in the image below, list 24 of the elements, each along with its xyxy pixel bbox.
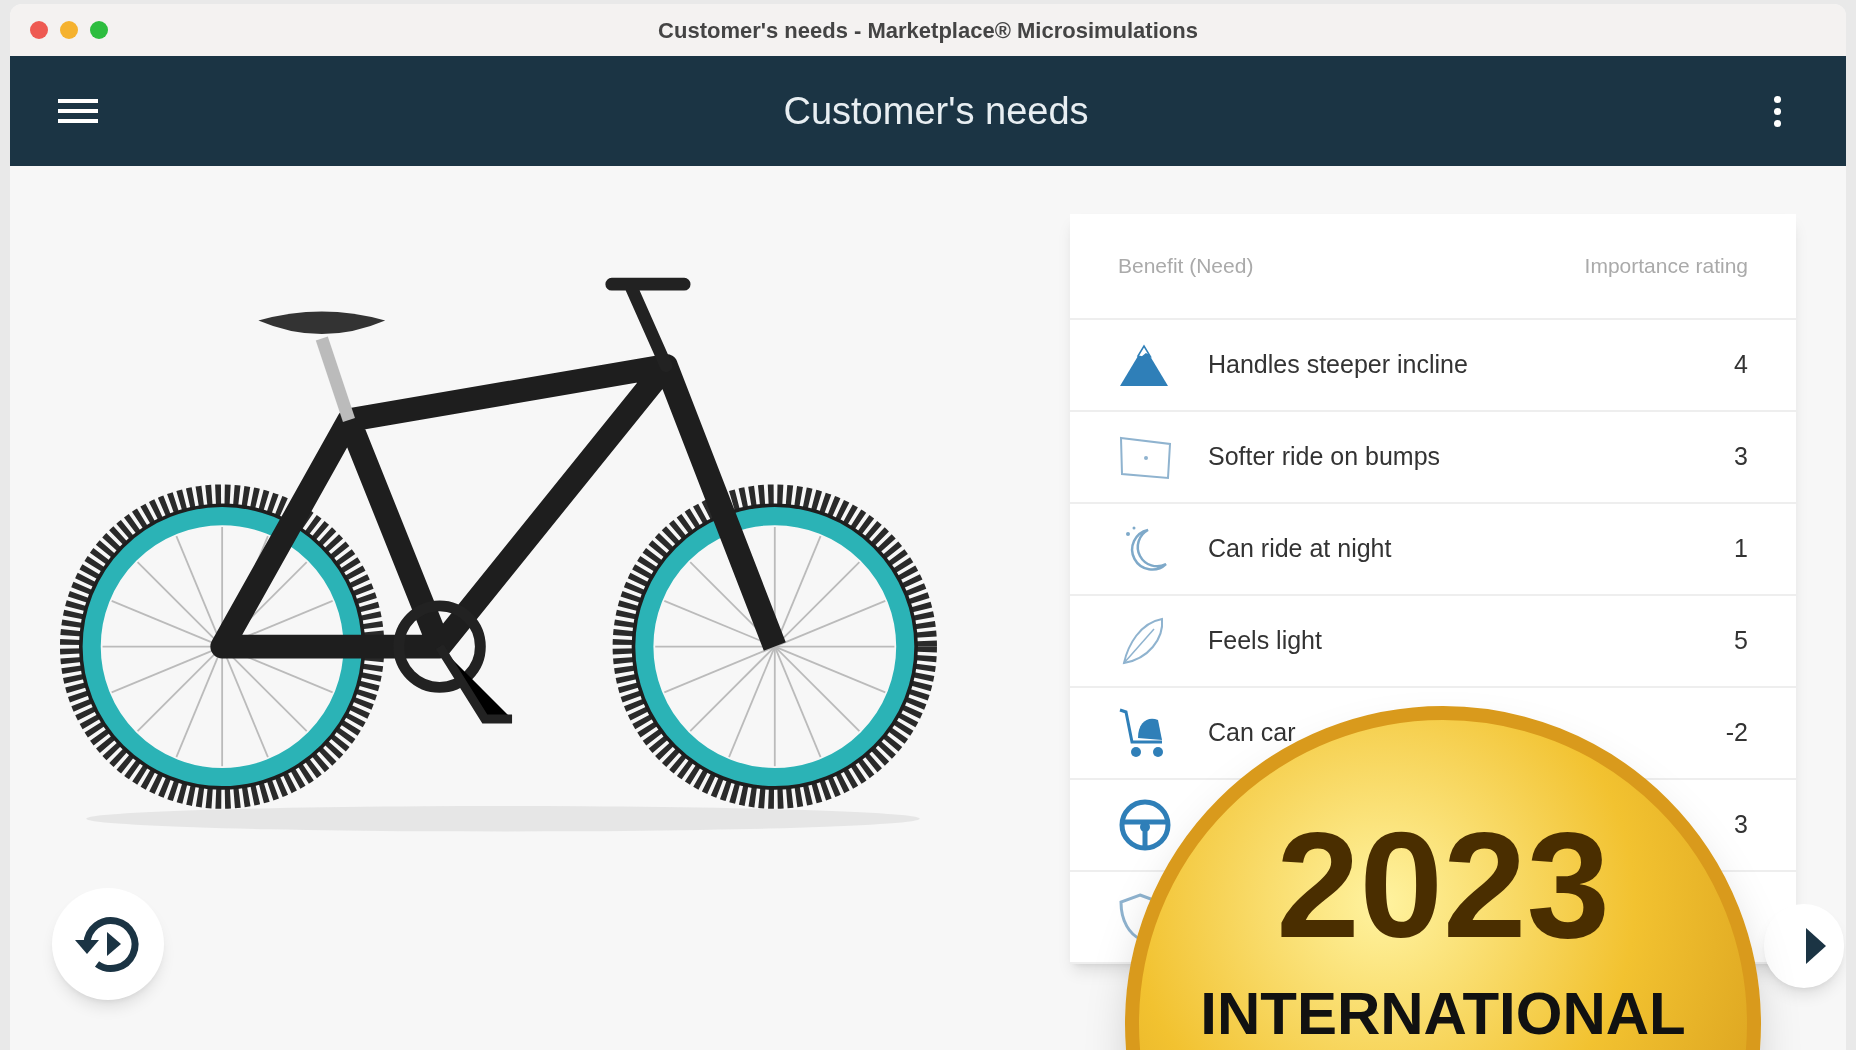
steering-wheel-icon (1118, 798, 1172, 852)
rating-value: 1 (1734, 533, 1748, 565)
rating-value: 3 (1734, 809, 1748, 841)
rating-value: 5 (1734, 625, 1748, 657)
column-header: Importance rating (1584, 253, 1748, 280)
chevron-right-icon (1804, 926, 1828, 966)
column-header: Benefit (Need) (1118, 253, 1254, 280)
window-title: Customer's needs - Marketplace® Microsimulations (658, 16, 1198, 45)
medal-year: 2023 (1276, 810, 1610, 960)
close-window-button[interactable] (30, 21, 48, 39)
rating-value: 4 (1734, 349, 1748, 381)
need-label: Can ride at night (1208, 533, 1393, 565)
page-title: Customer's needs (783, 88, 1089, 134)
rating-value: 3 (1734, 441, 1748, 473)
need-label: Softer ride on bumps (1208, 441, 1442, 473)
mountain-icon (1118, 342, 1170, 388)
need-label: Handles steeper incline (1208, 349, 1469, 381)
need-label: Feels light (1208, 625, 1323, 657)
photo-frame-icon (1118, 434, 1174, 480)
medal-caption: INTERNATIONAL (1200, 984, 1686, 1044)
rating-value: -2 (1725, 717, 1748, 749)
more-options-icon[interactable] (1774, 95, 1782, 127)
need-label: Can car (1208, 717, 1297, 749)
menu-icon[interactable] (58, 99, 98, 123)
